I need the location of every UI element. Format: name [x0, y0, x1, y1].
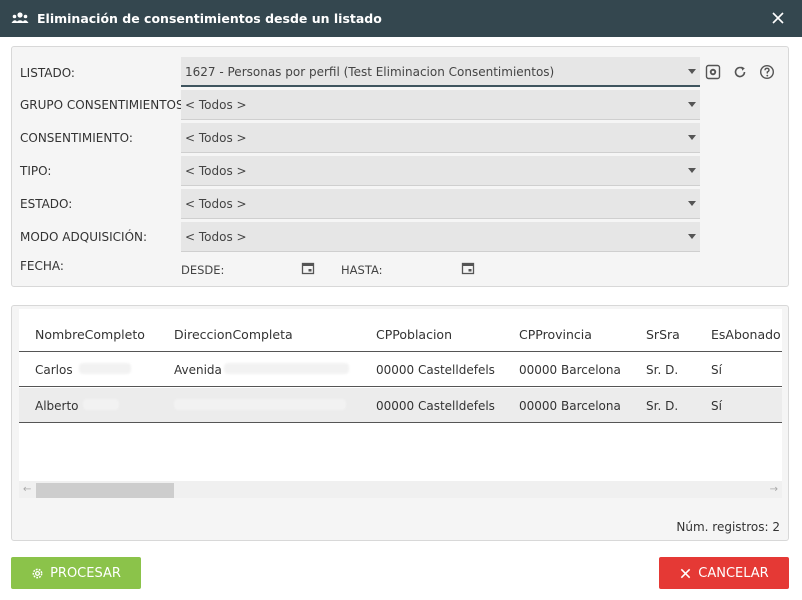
results-grid: NombreCompleto DireccionCompleta CPPobla… [19, 309, 782, 498]
cell-poblacion: 00000 Castelldefels [376, 399, 495, 413]
process-button[interactable]: PROCESAR [11, 557, 141, 589]
chevron-down-icon [688, 102, 696, 107]
cell-abonado: Sí [711, 363, 722, 377]
chevron-down-icon [688, 168, 696, 173]
modo-label: MODO ADQUISICIÓN: [20, 230, 148, 244]
hasta-label: HASTA: [341, 263, 383, 277]
listado-label: LISTADO: [20, 66, 75, 80]
cancel-label: CANCELAR [698, 565, 769, 581]
estado-label: ESTADO: [20, 197, 73, 211]
tipo-label: TIPO: [20, 164, 52, 178]
record-count: Núm. registros: 2 [676, 520, 780, 534]
modo-value: < Todos > [185, 230, 247, 244]
cell-srsra: Sr. D. [646, 363, 679, 377]
redacted-text [79, 363, 131, 374]
desde-label: DESDE: [181, 263, 225, 277]
settings-icon[interactable] [705, 64, 721, 80]
redacted-text [83, 399, 119, 410]
consentimiento-value: < Todos > [185, 131, 247, 145]
process-label: PROCESAR [50, 565, 121, 581]
tipo-select[interactable]: < Todos > [181, 156, 700, 186]
results-panel: NombreCompleto DireccionCompleta CPPobla… [11, 305, 789, 541]
close-icon[interactable] [770, 10, 786, 26]
table-row[interactable]: Carlos Avenida 00000 Castelldefels 00000… [19, 352, 782, 387]
grupo-value: < Todos > [185, 98, 247, 112]
redacted-text [224, 363, 349, 374]
help-icon[interactable] [759, 64, 775, 80]
column-header[interactable]: CPProvincia [519, 327, 592, 342]
users-icon [11, 12, 29, 23]
refresh-icon[interactable] [732, 64, 748, 80]
scroll-left-icon[interactable]: ← [23, 484, 31, 495]
cell-abonado: Sí [711, 399, 722, 413]
estado-select[interactable]: < Todos > [181, 189, 700, 219]
cell-direccion: Avenida [174, 363, 222, 377]
consentimiento-select[interactable]: < Todos > [181, 123, 700, 153]
chevron-down-icon [688, 234, 696, 239]
table-row[interactable]: Alberto 00000 Castelldefels 00000 Barcel… [19, 388, 782, 423]
cell-provincia: 00000 Barcelona [519, 363, 621, 377]
gear-icon [32, 568, 43, 578]
chevron-down-icon [688, 135, 696, 140]
modo-select[interactable]: < Todos > [181, 222, 700, 252]
chevron-down-icon [688, 69, 696, 74]
grupo-label: GRUPO CONSENTIMIENTOS: [20, 98, 188, 112]
horizontal-scrollbar[interactable]: ← → [19, 481, 782, 498]
grupo-select[interactable]: < Todos > [181, 90, 700, 120]
tipo-value: < Todos > [185, 164, 247, 178]
cell-nombre: Alberto [35, 399, 79, 413]
column-header[interactable]: NombreCompleto [35, 327, 145, 342]
calendar-icon[interactable] [301, 261, 315, 275]
cell-srsra: Sr. D. [646, 399, 679, 413]
scrollbar-thumb[interactable] [36, 483, 174, 498]
title-bar: Eliminación de consentimientos desde un … [0, 0, 802, 37]
column-header[interactable]: EsAbonado [711, 327, 781, 342]
consentimiento-label: CONSENTIMIENTO: [20, 131, 133, 145]
chevron-down-icon [688, 201, 696, 206]
cancel-button[interactable]: CANCELAR [659, 557, 789, 589]
cell-provincia: 00000 Barcelona [519, 399, 621, 413]
column-header[interactable]: CPPoblacion [376, 327, 452, 342]
cell-poblacion: 00000 Castelldefels [376, 363, 495, 377]
scroll-right-icon[interactable]: → [770, 484, 778, 495]
redacted-text [174, 399, 346, 410]
filters-panel: LISTADO: 1627 - Personas por perfil (Tes… [11, 46, 789, 287]
listado-select[interactable]: 1627 - Personas por perfil (Test Elimina… [181, 57, 700, 87]
cell-nombre: Carlos [35, 363, 73, 377]
fecha-label: FECHA: [20, 259, 64, 273]
listado-value: 1627 - Personas por perfil (Test Elimina… [185, 65, 555, 79]
close-icon [681, 568, 691, 578]
column-header[interactable]: DireccionCompleta [174, 327, 293, 342]
estado-value: < Todos > [185, 197, 247, 211]
column-header[interactable]: SrSra [646, 327, 680, 342]
window-title: Eliminación de consentimientos desde un … [37, 11, 382, 26]
calendar-icon[interactable] [461, 261, 475, 275]
